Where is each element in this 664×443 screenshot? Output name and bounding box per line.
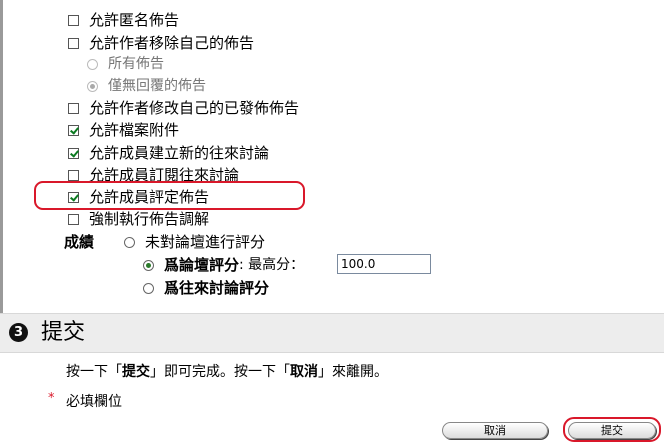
submit-instructions: 按一下「 提交 」即可完成。按一下「 取消 」來離開。 [66,361,388,381]
max-points-input[interactable]: 100.0 [337,254,431,274]
radio-button[interactable] [143,282,154,294]
option-create-threads[interactable]: 允許成員建立新的往來討論 [68,144,269,162]
radio-button[interactable] [143,259,154,271]
radio-button[interactable] [87,58,98,70]
option-label: 強制執行佈告調解 [89,210,210,228]
radio-label: 僅無回覆的佈告 [108,78,206,94]
radio-label: 爲論壇評分 [164,256,240,274]
checkbox[interactable] [68,124,79,136]
submit-section-header: 3 提交 [0,313,664,353]
highlight-submit [563,417,661,442]
option-label: 允許匿名佈告 [89,11,180,29]
instr-text: 」來離開。 [318,364,388,380]
radio-button[interactable] [87,80,98,92]
instr-submit: 提交 [122,364,150,380]
option-label: 允許檔案附件 [89,121,180,139]
option-anonymous[interactable]: 允許匿名佈告 [68,11,179,29]
radio-button[interactable] [124,236,135,248]
required-label: 必填欄位 [66,394,122,410]
checkbox[interactable] [68,213,79,225]
radio-label: 所有佈告 [108,56,164,72]
option-label: 允許作者修改自己的已發佈佈告 [89,99,300,117]
instr-cancel: 取消 [290,364,318,380]
checkbox[interactable] [68,147,79,159]
option-attachments[interactable]: 允許檔案附件 [68,121,179,139]
grade-label: 成績 [64,233,95,251]
option-label: 允許作者移除自己的佈告 [89,34,255,52]
radio-thread-grade[interactable]: 爲往來討論評分 [143,279,269,297]
highlight-rate-posts [34,181,305,210]
instr-text: 按一下「 [66,364,122,380]
checkbox[interactable] [68,14,79,26]
option-force-moderation[interactable]: 強制執行佈告調解 [68,210,209,228]
section-title: 提交 [41,320,86,345]
option-edit-published[interactable]: 允許作者修改自己的已發佈佈告 [68,99,299,117]
option-label: 允許成員建立新的往來討論 [89,144,270,162]
radio-forum-grade[interactable]: 爲論壇評分 : 最高分： [143,256,304,274]
instr-text: 」即可完成。按一下「 [150,364,290,380]
checkbox[interactable] [68,102,79,114]
radio-label: 爲往來討論評分 [164,279,270,297]
checkbox[interactable] [68,37,79,49]
cancel-button[interactable]: 取消 [442,422,548,439]
radio-no-grade[interactable]: 未對論壇進行評分 [124,233,265,251]
checkbox[interactable] [68,169,79,181]
radio-remove-no-reply[interactable]: 僅無回覆的佈告 [87,77,206,95]
option-remove-own[interactable]: 允許作者移除自己的佈告 [68,34,254,52]
radio-remove-all[interactable]: 所有佈告 [87,55,164,73]
max-points-label: : 最高分： [239,257,305,273]
required-asterisk: * [48,391,55,406]
step-number-badge: 3 [9,323,28,342]
radio-label: 未對論壇進行評分 [145,233,266,251]
left-border [0,0,3,313]
